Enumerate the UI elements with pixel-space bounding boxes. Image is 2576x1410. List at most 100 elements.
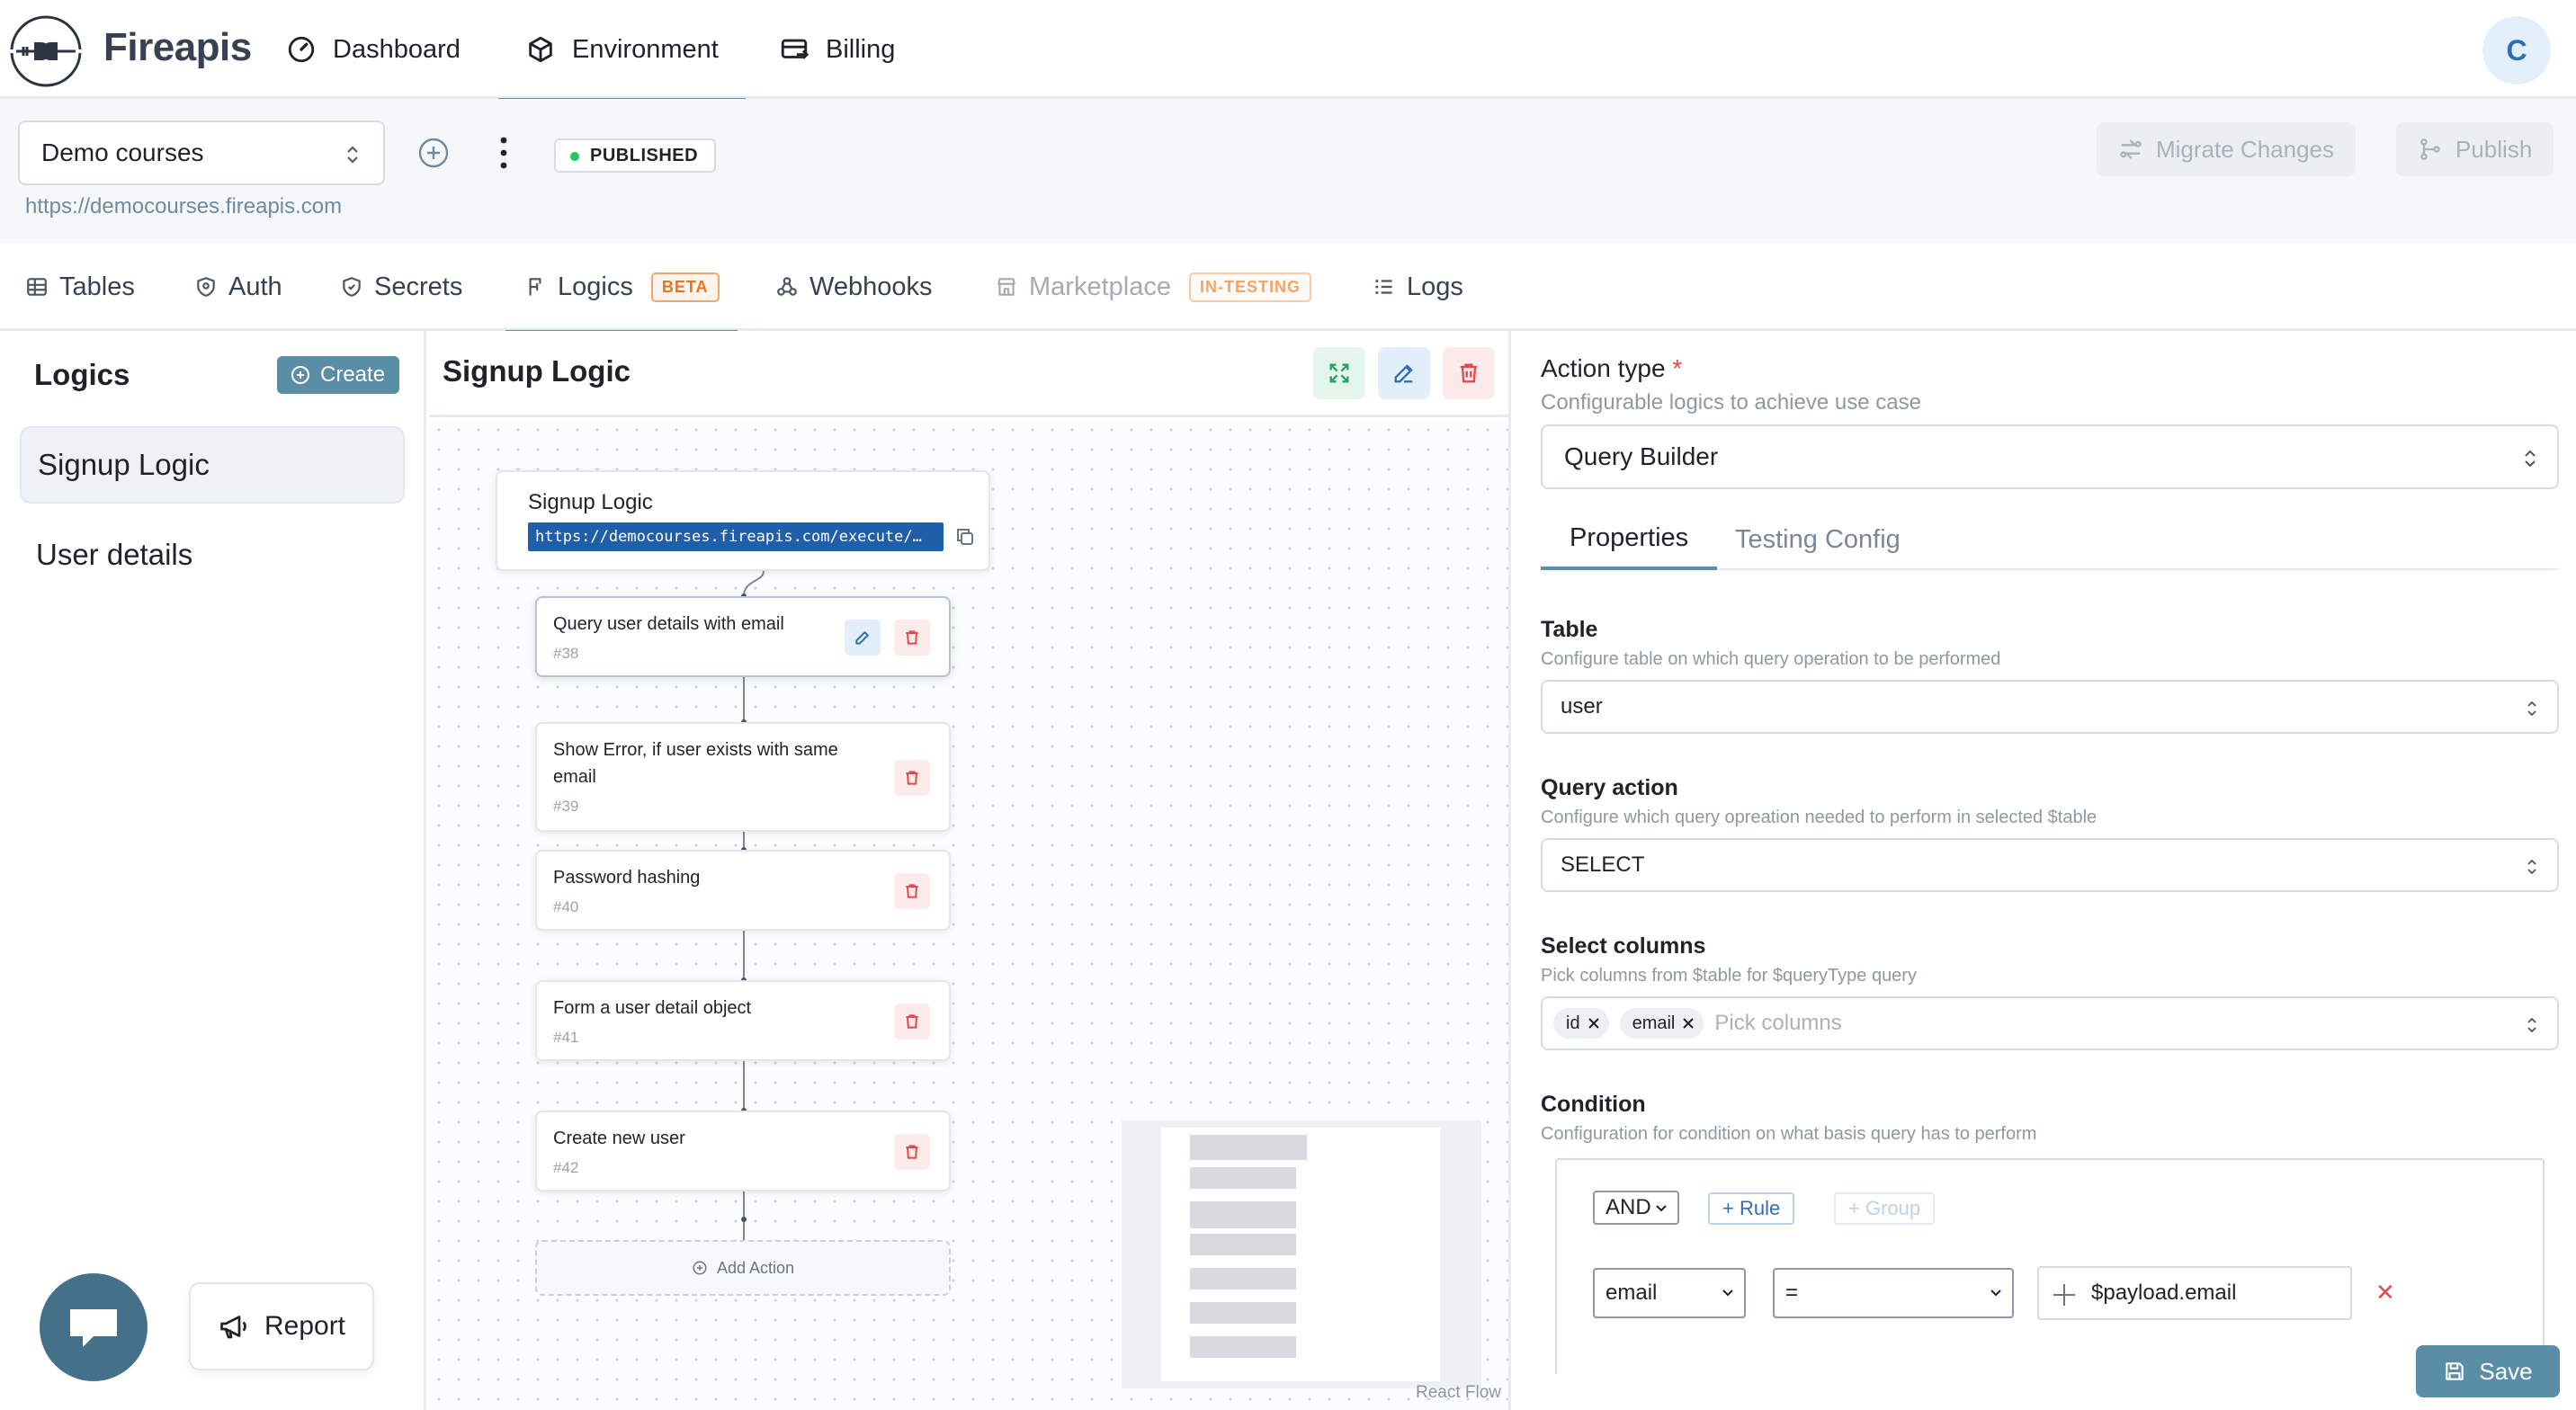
nav-billing-label: Billing <box>826 34 896 64</box>
tab-marketplace-label: Marketplace <box>1029 272 1171 301</box>
migrate-changes-button[interactable]: Migrate Changes <box>2097 122 2356 176</box>
action-node[interactable]: Create new user #42 <box>535 1111 951 1191</box>
project-select-value: Demo courses <box>41 138 204 166</box>
plus-icon[interactable] <box>2052 1282 2077 1307</box>
flow-header: Signup Logic <box>429 331 1508 417</box>
execute-url[interactable]: https://democourses.fireapis.com/execute… <box>528 522 944 551</box>
close-icon[interactable] <box>1588 1017 1600 1030</box>
action-type-select[interactable]: Query Builder <box>1541 424 2559 489</box>
action-node-title: Create new user <box>553 1129 685 1148</box>
edit-action-button[interactable] <box>845 620 881 656</box>
copy-icon[interactable] <box>954 526 976 548</box>
delete-action-button[interactable] <box>894 1004 930 1040</box>
project-url[interactable]: https://democourses.fireapis.com <box>25 194 342 219</box>
rule-value: $payload.email <box>2091 1281 2237 1305</box>
user-avatar[interactable]: C <box>2482 16 2551 85</box>
delete-action-button[interactable] <box>894 760 930 796</box>
tab-marketplace[interactable]: Marketplace IN-TESTING <box>995 243 1311 331</box>
combinator-value: AND <box>1606 1195 1651 1219</box>
table-field-label: Table <box>1541 617 1598 642</box>
logic-icon <box>529 278 541 296</box>
save-icon <box>2446 1362 2464 1380</box>
add-circle-icon[interactable] <box>417 137 450 169</box>
tab-logics-label: Logics <box>558 272 633 301</box>
tab-secrets[interactable]: Secrets <box>340 243 462 331</box>
tab-logs[interactable]: Logs <box>1373 243 1463 331</box>
logic-item-signup-logic[interactable]: Signup Logic <box>20 426 405 504</box>
action-node[interactable]: Query user details with email #38 <box>535 596 951 677</box>
fullscreen-button[interactable] <box>1313 347 1365 399</box>
edit-icon <box>855 631 869 645</box>
rule-value-input[interactable]: $payload.email <box>2037 1266 2352 1320</box>
add-rule-button[interactable]: + Rule <box>1708 1192 1795 1225</box>
query-action-select[interactable]: SELECT <box>1541 838 2559 892</box>
rule-operator-select[interactable]: = <box>1773 1268 2014 1318</box>
react-flow-attribution[interactable]: React Flow <box>1416 1383 1501 1403</box>
action-node[interactable]: Show Error, if user exists with same ema… <box>535 722 951 832</box>
action-node[interactable]: Password hashing #40 <box>535 850 951 931</box>
query-action-value: SELECT <box>1561 852 1645 877</box>
table-icon <box>27 278 47 296</box>
delete-action-button[interactable] <box>894 873 930 909</box>
tab-tables[interactable]: Tables <box>25 243 135 331</box>
add-circle-icon <box>291 366 309 384</box>
flow-canvas[interactable]: Signup Logic https://democourses.fireapi… <box>429 420 1508 1410</box>
tab-webhooks-label: Webhooks <box>809 272 933 301</box>
save-button[interactable]: Save <box>2416 1345 2560 1397</box>
action-node[interactable]: Form a user detail object #41 <box>535 980 951 1061</box>
tab-testing-config[interactable]: Testing Config <box>1706 509 1929 570</box>
fireapis-logo[interactable] <box>7 13 85 90</box>
publish-button[interactable]: Publish <box>2396 122 2554 176</box>
edit-logic-button[interactable] <box>1378 347 1430 399</box>
nav-environment-label: Environment <box>572 34 719 64</box>
flow-minimap[interactable] <box>1122 1120 1481 1388</box>
tab-auth[interactable]: Auth <box>194 243 282 331</box>
nav-dashboard[interactable]: Dashboard <box>286 0 461 99</box>
delete-action-button[interactable] <box>894 1134 930 1170</box>
minimap-node <box>1190 1234 1296 1255</box>
table-field-help: Configure table on which query operation… <box>1541 649 2001 669</box>
migrate-changes-label: Migrate Changes <box>2156 135 2334 163</box>
trash-icon <box>1460 363 1478 383</box>
trash-icon <box>906 630 918 645</box>
minimap-node <box>1190 1336 1296 1358</box>
chevron-updown-icon <box>2527 701 2536 717</box>
flow-start-node[interactable]: Signup Logic https://democourses.fireapi… <box>496 470 990 571</box>
add-action-button[interactable]: Add Action <box>535 1240 951 1296</box>
close-icon[interactable] <box>1682 1017 1695 1030</box>
project-select[interactable]: Demo courses <box>18 120 385 185</box>
table-select[interactable]: user <box>1541 680 2559 734</box>
add-group-button[interactable]: + Group <box>1834 1192 1936 1225</box>
required-mark: * <box>1672 354 1683 382</box>
tab-logs-label: Logs <box>1407 272 1463 301</box>
query-action-label: Query action <box>1541 775 1678 800</box>
action-node-id: #42 <box>553 1159 579 1176</box>
trash-icon <box>906 1014 918 1029</box>
nav-billing[interactable]: Billing <box>779 0 895 99</box>
tab-secrets-label: Secrets <box>374 272 463 301</box>
logic-item-user-details[interactable]: User details <box>20 516 405 593</box>
remove-rule-button[interactable]: ✕ <box>2375 1279 2395 1307</box>
rule-field-select[interactable]: email <box>1593 1268 1746 1318</box>
tab-webhooks[interactable]: Webhooks <box>775 243 933 331</box>
report-button[interactable]: Report <box>189 1282 374 1370</box>
create-logic-button[interactable]: Create <box>277 356 400 394</box>
chevron-down-icon <box>1990 1290 2001 1297</box>
add-circle-icon <box>693 1261 707 1275</box>
select-columns-label: Select columns <box>1541 933 1706 959</box>
select-columns-multiselect[interactable]: id email Pick columns <box>1541 996 2559 1050</box>
billing-icon <box>781 39 809 59</box>
tab-logics[interactable]: Logics BETA <box>505 243 737 334</box>
minimap-viewport <box>1161 1128 1440 1381</box>
delete-logic-button[interactable] <box>1443 347 1495 399</box>
chat-support-button[interactable] <box>40 1273 148 1381</box>
nav-environment[interactable]: Environment <box>498 0 746 102</box>
project-bar: Demo courses https://democourses.fireapi… <box>0 99 2576 243</box>
minimap-node <box>1190 1302 1296 1324</box>
delete-action-button[interactable] <box>894 620 930 656</box>
logics-panel-title: Logics <box>34 358 130 391</box>
tab-properties[interactable]: Properties <box>1541 509 1718 570</box>
combinator-select[interactable]: AND <box>1593 1191 1679 1225</box>
more-vertical-icon[interactable] <box>493 135 514 171</box>
trash-icon <box>906 1145 918 1159</box>
